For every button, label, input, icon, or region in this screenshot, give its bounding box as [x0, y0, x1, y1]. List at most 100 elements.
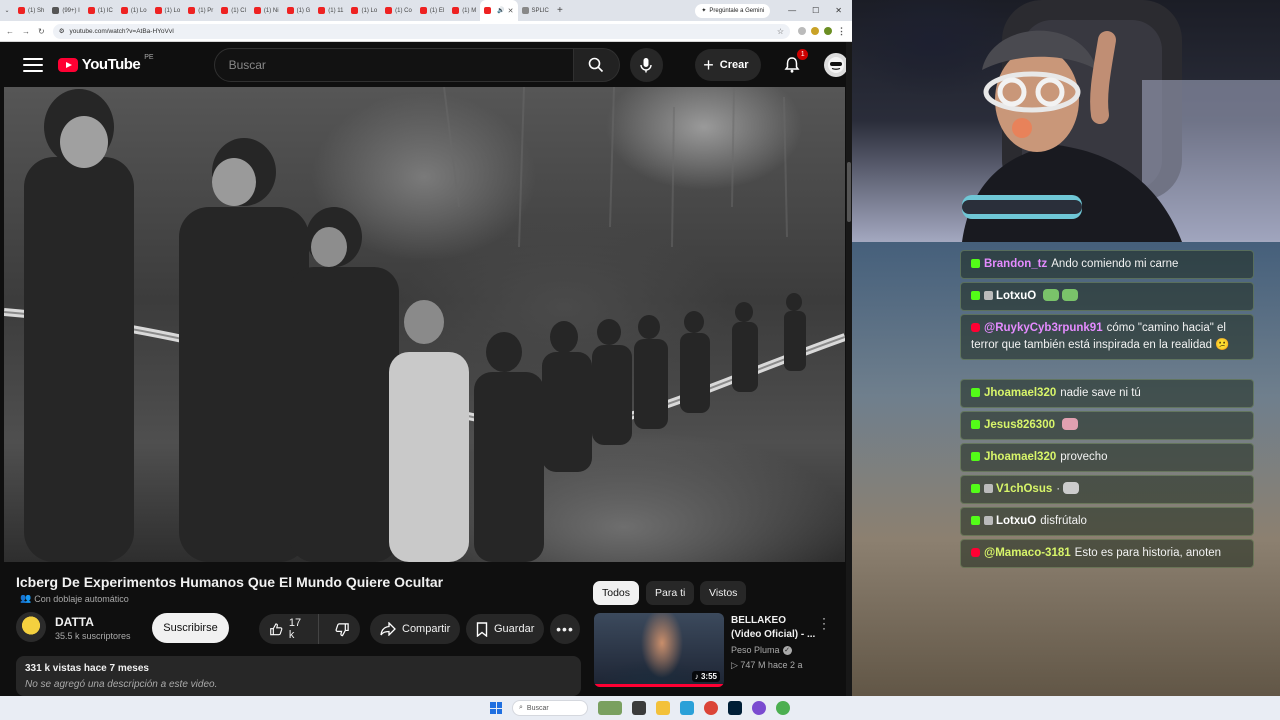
notifications-button[interactable]: 1: [781, 48, 809, 77]
video-player[interactable]: [4, 87, 845, 562]
chat-username[interactable]: LotxuO: [996, 290, 1036, 302]
chip-para-ti[interactable]: Para ti: [646, 581, 695, 605]
account-avatar[interactable]: [824, 52, 848, 77]
recommended-video-title[interactable]: BELLAKEO (Video Oficial) - ...: [731, 614, 819, 642]
browser-tab[interactable]: (1) IC: [84, 0, 117, 21]
windows-start-icon[interactable]: [490, 702, 502, 714]
voice-search-button[interactable]: [629, 47, 664, 82]
emote-icon: [1063, 482, 1080, 494]
emote-icon: [1061, 418, 1078, 430]
browser-tab[interactable]: (1) Ni: [250, 0, 283, 21]
like-button[interactable]: 17 k: [259, 614, 319, 644]
back-button[interactable]: ←: [6, 27, 14, 36]
chat-username[interactable]: Jhoamael320: [984, 451, 1056, 463]
minimize-button[interactable]: —: [788, 6, 796, 15]
chat-username[interactable]: Jesus826300: [984, 419, 1055, 431]
video-title: Icberg De Experimentos Humanos Que El Mu…: [16, 574, 444, 590]
chat-username[interactable]: Brandon_tz: [984, 258, 1047, 270]
tab-audio-icon[interactable]: 🔊: [497, 7, 504, 14]
browser-tab[interactable]: SPLIC: [518, 0, 553, 21]
taskbar-search[interactable]: ⌕ Buscar: [512, 700, 588, 716]
channel-name[interactable]: DATTA: [55, 615, 94, 629]
widgets-icon[interactable]: [598, 701, 622, 715]
scrollbar-thumb[interactable]: [847, 162, 851, 222]
extension-icon[interactable]: [798, 27, 806, 35]
browser-window: ⌄ (1) Sh (99+) I (1) IC (1) Lo (1) Lo (1) Pr (…: [0, 0, 852, 696]
chat-message: LotxuO: [960, 282, 1254, 311]
site-info-icon[interactable]: ⚙: [59, 27, 65, 35]
chat-username[interactable]: @RuykyCyb3rpunk91: [984, 322, 1103, 334]
notification-badge: 1: [797, 48, 809, 60]
browser-tab[interactable]: (1) G: [283, 0, 315, 21]
discord-icon[interactable]: [752, 701, 766, 715]
chip-vistos[interactable]: Vistos: [700, 581, 747, 605]
browser-tab[interactable]: (1) Pr: [184, 0, 217, 21]
photoshop-icon[interactable]: [728, 701, 742, 715]
tab-favicon-icon: [188, 7, 196, 14]
youtube-logo[interactable]: YouTube PE: [57, 54, 154, 73]
browser-menu-icon[interactable]: ⋮: [837, 26, 846, 37]
bookmark-star-icon[interactable]: ☆: [777, 27, 784, 36]
duration-text: 3:55: [700, 672, 717, 681]
tab-label: (1) Ni: [263, 7, 279, 14]
channel-avatar[interactable]: [16, 612, 46, 642]
tab-list-button[interactable]: ⌄: [0, 0, 14, 21]
dubbing-icon: 👥: [20, 593, 32, 603]
browser-tab[interactable]: (1) 11: [314, 0, 347, 21]
gemini-button[interactable]: ✦ Pregúntale a Gemini: [695, 3, 771, 18]
task-view-icon[interactable]: [632, 701, 646, 715]
reload-button[interactable]: ↻: [38, 27, 45, 36]
description-box[interactable]: 331 k vistas hace 7 meses No se agregó u…: [16, 656, 581, 696]
more-actions-button[interactable]: •••: [550, 614, 580, 644]
browser-tab[interactable]: (99+) I: [48, 0, 84, 21]
tab-label: (1) Lo: [130, 7, 147, 14]
recommendation-menu-icon[interactable]: · · ·: [822, 612, 826, 634]
chat-username[interactable]: @Mamaco-3181: [984, 547, 1071, 559]
browser-tab[interactable]: (1) Co: [381, 0, 416, 21]
close-window-button[interactable]: ✕: [835, 6, 842, 15]
chat-username[interactable]: V1chOsus: [996, 483, 1052, 495]
file-explorer-icon[interactable]: [656, 701, 670, 715]
edge-icon[interactable]: [680, 701, 694, 715]
subscribe-button[interactable]: Suscribirse: [152, 613, 229, 643]
more-horizontal-icon: •••: [556, 621, 574, 637]
browser-tab[interactable]: 🔊 ✕: [480, 0, 518, 21]
chat-username[interactable]: Jhoamael320: [984, 387, 1056, 399]
save-button[interactable]: Guardar: [466, 614, 545, 644]
browser-tab[interactable]: (1) Lo: [117, 0, 151, 21]
tab-close-icon[interactable]: ✕: [508, 7, 514, 15]
chat-message: V1chOsus ·: [960, 475, 1254, 504]
search-input[interactable]: Buscar: [213, 47, 575, 82]
browser-tab[interactable]: (1) Cl: [217, 0, 250, 21]
search-button[interactable]: [574, 47, 620, 82]
browser-tab[interactable]: (1) Lo: [347, 0, 381, 21]
tab-favicon-icon: [521, 7, 529, 14]
tab-label: SPLIC: [531, 7, 549, 14]
recommended-video-thumbnail[interactable]: ♪ 3:55: [594, 613, 724, 687]
address-bar[interactable]: ⚙ youtube.com/watch?v=AtBa-HYoVvI ☆: [52, 23, 790, 39]
browser-tab[interactable]: (1) M: [448, 0, 480, 21]
extension-icon[interactable]: [811, 27, 819, 35]
chip-todos[interactable]: Todos: [593, 581, 640, 605]
chat-text: provecho: [1060, 451, 1108, 463]
browser-tab[interactable]: (1) Sh: [14, 0, 48, 21]
menu-icon[interactable]: [23, 57, 43, 72]
recommended-channel[interactable]: Peso Pluma ✓: [731, 645, 792, 655]
forward-button[interactable]: →: [22, 27, 30, 36]
profile-icon[interactable]: [824, 27, 832, 35]
chat-username[interactable]: LotxuO: [996, 515, 1036, 527]
chrome-icon[interactable]: [704, 701, 718, 715]
emote-icon: [1043, 289, 1060, 301]
dislike-button[interactable]: [325, 622, 360, 637]
app-icon[interactable]: [776, 701, 790, 715]
thumbs-down-icon: [335, 622, 349, 636]
create-button[interactable]: + Crear: [695, 48, 761, 81]
maximize-button[interactable]: ☐: [812, 6, 819, 15]
tab-favicon-icon: [221, 7, 229, 14]
chat-message: LotxuO disfrútalo: [960, 507, 1254, 536]
new-tab-button[interactable]: +: [553, 5, 567, 16]
browser-tab[interactable]: (1) El: [416, 0, 448, 21]
share-button[interactable]: Compartir: [370, 614, 461, 644]
tab-favicon-icon: [52, 7, 60, 14]
browser-tab[interactable]: (1) Lo: [151, 0, 185, 21]
